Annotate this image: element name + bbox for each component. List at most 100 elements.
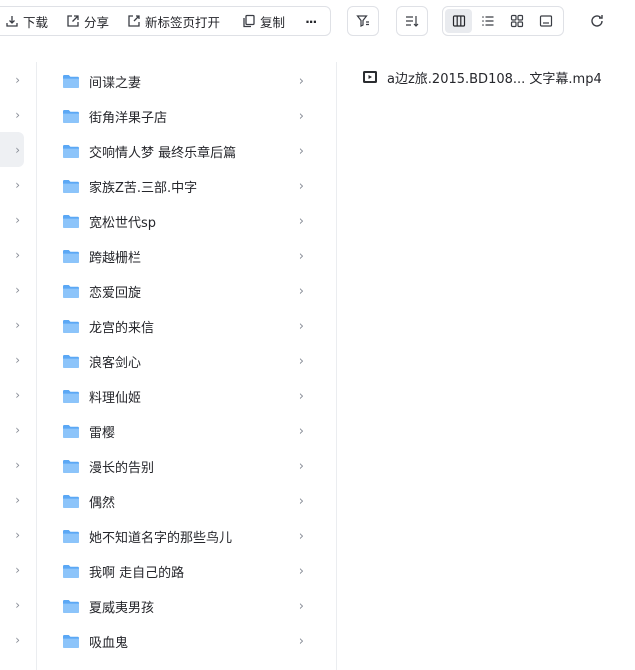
- copy-icon: [243, 14, 255, 28]
- folder-icon: [63, 565, 79, 578]
- folder-row[interactable]: 她不知道名字的那些鸟儿 ›: [48, 519, 320, 554]
- folder-name: 间谍之妻: [89, 76, 142, 91]
- folder-row[interactable]: 夏威夷男孩 ›: [48, 589, 320, 624]
- file-list: a边z旅.2015.BD108... 文字幕.mp4: [362, 62, 632, 92]
- folder-icon: [63, 110, 79, 123]
- folder-list: 间谍之妻 › 街角洋果子店 › 交响情人梦 最终乐章后篇 › 家族Z苦.三部.中字 › 宽松世代…: [48, 64, 320, 659]
- chevron-right-icon: ›: [298, 109, 304, 124]
- folder-icon: [63, 180, 79, 193]
- download-button[interactable]: 下载: [0, 7, 54, 35]
- parent-column-item[interactable]: ›: [0, 237, 24, 272]
- folder-name: 偶然: [89, 496, 116, 511]
- parent-column-item[interactable]: ›: [0, 447, 24, 482]
- copy-button[interactable]: 复制: [236, 7, 291, 35]
- chevron-right-icon: ›: [15, 282, 20, 297]
- folder-name: 浪客剑心: [89, 356, 142, 371]
- folder-row[interactable]: 宽松世代sp ›: [48, 204, 320, 239]
- sort-button[interactable]: [396, 6, 428, 36]
- parent-column-item[interactable]: ›: [0, 307, 24, 342]
- parent-column-item[interactable]: ›: [0, 62, 24, 97]
- folder-row[interactable]: 雷樱 ›: [48, 414, 320, 449]
- refresh-button[interactable]: [587, 11, 607, 31]
- folder-row[interactable]: 跨越栅栏 ›: [48, 239, 320, 274]
- open-new-tab-icon: [128, 15, 140, 27]
- chevron-right-icon: ›: [15, 562, 20, 577]
- parent-column-item[interactable]: ›: [0, 272, 24, 307]
- folder-name: 她不知道名字的那些鸟儿: [89, 531, 233, 546]
- chevron-right-icon: ›: [298, 319, 304, 334]
- folder-row[interactable]: 浪客剑心 ›: [48, 344, 320, 379]
- parent-column-item[interactable]: ›: [0, 167, 24, 202]
- parent-column-item[interactable]: ›: [0, 482, 24, 517]
- chevron-right-icon: ›: [15, 247, 20, 262]
- folder-row[interactable]: 吸血鬼 ›: [48, 624, 320, 659]
- folder-name: 吸血鬼: [89, 636, 129, 651]
- list-view-button[interactable]: [474, 9, 501, 33]
- share-icon: [67, 15, 79, 27]
- folder-icon: [63, 145, 79, 158]
- folder-icon: [63, 75, 79, 88]
- folder-row[interactable]: 交响情人梦 最终乐章后篇 ›: [48, 134, 320, 169]
- file-row[interactable]: a边z旅.2015.BD108... 文字幕.mp4: [362, 62, 632, 92]
- folder-icon: [63, 530, 79, 543]
- folder-icon: [63, 425, 79, 438]
- folder-name: 龙宫的来信: [89, 321, 155, 336]
- toolbar: 下载 分享 新标签页打开 复制 ···: [0, 0, 635, 42]
- folder-row[interactable]: 偶然 ›: [48, 484, 320, 519]
- parent-column-item[interactable]: ›: [0, 622, 24, 657]
- column-divider: [36, 62, 37, 670]
- folder-row[interactable]: 恋爱回旋 ›: [48, 274, 320, 309]
- chevron-right-icon: ›: [15, 457, 20, 472]
- parent-column-item[interactable]: ›: [0, 202, 24, 237]
- folder-row[interactable]: 漫长的告别 ›: [48, 449, 320, 484]
- chevron-right-icon: ›: [298, 494, 304, 509]
- chevron-right-icon: ›: [298, 214, 304, 229]
- file-name: a边z旅.2015.BD108... 文字幕.mp4: [387, 71, 602, 87]
- folder-icon: [63, 250, 79, 263]
- open-new-tab-button[interactable]: 新标签页打开: [121, 7, 226, 35]
- parent-column-item[interactable]: ›: [0, 587, 24, 622]
- folder-name: 家族Z苦.三部.中字: [89, 181, 198, 196]
- more-button[interactable]: ···: [299, 7, 322, 35]
- video-file-icon: [363, 71, 377, 83]
- folder-row[interactable]: 龙宫的来信 ›: [48, 309, 320, 344]
- list-view-icon: [481, 16, 493, 26]
- folder-name: 恋爱回旋: [89, 286, 142, 301]
- column-divider: [336, 62, 337, 670]
- folder-name: 我啊 走自己的路: [89, 566, 185, 581]
- folder-row[interactable]: 街角洋果子店 ›: [48, 99, 320, 134]
- grid-view-button[interactable]: [503, 9, 530, 33]
- filter-icon: [356, 15, 369, 27]
- chevron-right-icon: ›: [298, 424, 304, 439]
- parent-column-item[interactable]: ›: [0, 412, 24, 447]
- filter-button[interactable]: [347, 6, 379, 36]
- folder-row[interactable]: 间谍之妻 ›: [48, 64, 320, 99]
- folder-name: 夏威夷男孩: [89, 601, 155, 616]
- chevron-right-icon: ›: [15, 387, 20, 402]
- more-label: ···: [305, 13, 317, 29]
- folder-name: 宽松世代sp: [89, 216, 157, 231]
- parent-column-item[interactable]: ›: [0, 377, 24, 412]
- preview-view-button[interactable]: [532, 9, 559, 33]
- folder-row[interactable]: 我啊 走自己的路 ›: [48, 554, 320, 589]
- parent-column-item[interactable]: ›: [0, 132, 24, 167]
- open-new-tab-label: 新标签页打开: [145, 14, 221, 30]
- parent-column-item[interactable]: ›: [0, 517, 24, 552]
- parent-column-item[interactable]: ›: [0, 552, 24, 587]
- chevron-right-icon: ›: [15, 597, 20, 612]
- chevron-right-icon: ›: [298, 634, 304, 649]
- chevron-right-icon: ›: [298, 74, 304, 89]
- folder-icon: [63, 460, 79, 473]
- folder-row[interactable]: 料理仙姬 ›: [48, 379, 320, 414]
- parent-column-item[interactable]: ›: [0, 97, 24, 132]
- chevron-right-icon: ›: [15, 142, 20, 157]
- folder-name: 跨越栅栏: [89, 251, 142, 266]
- chevron-right-icon: ›: [298, 529, 304, 544]
- folder-name: 漫长的告别: [89, 461, 155, 476]
- column-view-button[interactable]: [445, 9, 472, 33]
- chevron-right-icon: ›: [298, 354, 304, 369]
- folder-row[interactable]: 家族Z苦.三部.中字 ›: [48, 169, 320, 204]
- parent-column-item[interactable]: ›: [0, 342, 24, 377]
- chevron-right-icon: ›: [15, 492, 20, 507]
- share-button[interactable]: 分享: [60, 7, 115, 35]
